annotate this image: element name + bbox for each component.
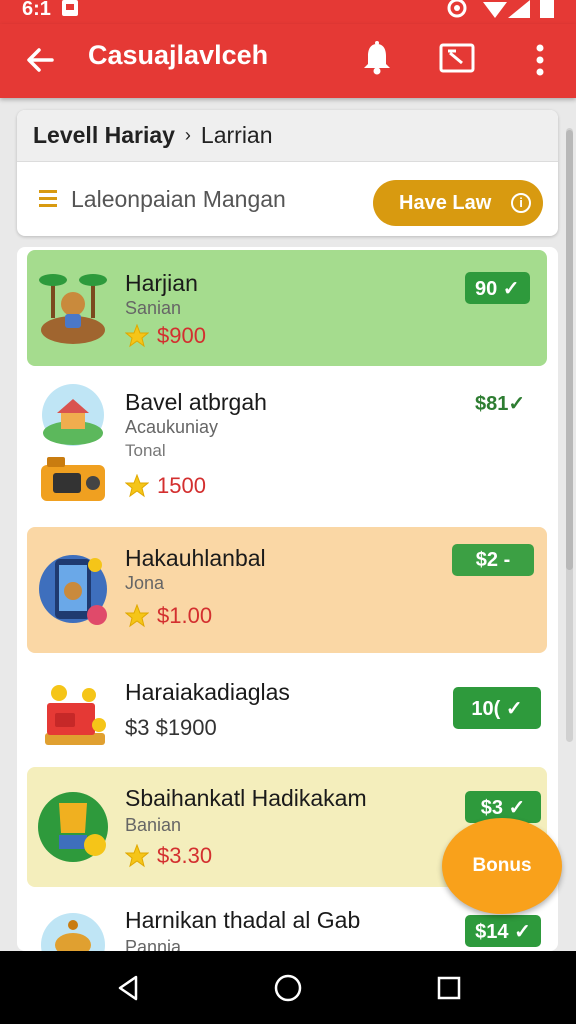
item-title: Sbaihankatl Hadikakam <box>125 785 367 811</box>
phone-character-icon <box>39 555 107 625</box>
item-title: Harnikan thadal al Gab <box>125 907 361 933</box>
star-icon <box>125 474 149 498</box>
item-reward-value: 1500 <box>157 473 206 498</box>
item-badge[interactable]: $81✓ <box>465 387 535 419</box>
star-icon <box>125 844 149 868</box>
system-nav-bar <box>0 951 576 1024</box>
item-title: Hakauhlanbal <box>125 545 266 571</box>
filter-row: Laleonpaian Mangan Have Law i <box>17 162 558 236</box>
item-subtitle-2: Tonal <box>125 441 166 460</box>
breadcrumb: Levell Hariay › Larrian <box>17 110 558 162</box>
item-badge[interactable]: $2 - <box>452 544 534 576</box>
gift-box-icon <box>45 685 106 745</box>
have-law-label: Have Law <box>399 191 492 214</box>
item-reward: $1.00 <box>125 603 212 629</box>
breadcrumb-current: Larrian <box>200 122 273 148</box>
item-reward: 1500 <box>125 473 206 499</box>
teapot-icon <box>41 913 105 951</box>
nav-recents-icon[interactable] <box>434 973 464 1003</box>
item-subtitle: Sanian <box>125 298 182 318</box>
item-reward-value: $3 $1900 <box>125 715 217 740</box>
bonus-fab[interactable]: Bonus <box>442 818 562 914</box>
info-icon[interactable]: i <box>511 193 531 213</box>
status-bar: 6:1 <box>0 0 576 24</box>
item-badge[interactable]: 90 ✓ <box>465 272 530 304</box>
star-icon <box>125 604 149 628</box>
golden-trophy-icon <box>38 792 108 862</box>
item-title: Bavel atbrgah <box>125 389 267 415</box>
item-subtitle: Pannia <box>125 937 182 951</box>
header-card: Levell Hariay › Larrian Laleonpaian Mang… <box>17 110 558 236</box>
item-reward: $900 <box>125 323 206 349</box>
more-vert-icon[interactable] <box>528 40 552 80</box>
nav-home-icon[interactable] <box>273 973 303 1003</box>
list-item[interactable]: Hakauhlanbal Jona $1.00 $2 - <box>27 527 547 653</box>
list-item[interactable]: Bavel atbrgah Acaukuniay Tonal 1500 $81✓ <box>27 375 547 515</box>
scrollbar-thumb[interactable] <box>566 130 573 570</box>
bell-icon[interactable] <box>360 40 394 76</box>
app-title: Casuajlavlceh <box>88 40 269 70</box>
item-reward: $3.30 <box>125 843 212 869</box>
camera-icon <box>41 457 105 501</box>
menu-icon[interactable] <box>39 189 57 207</box>
item-subtitle: Banian <box>125 815 182 835</box>
breadcrumb-separator: › <box>184 125 191 145</box>
breadcrumb-level[interactable]: Levell Hariay <box>33 122 175 149</box>
app-bar: Casuajlavlceh <box>0 24 576 98</box>
list-item[interactable]: Haraiakadiaglas $3 $1900 10( ✓ <box>27 665 547 765</box>
item-reward-value: $3.30 <box>157 843 213 868</box>
status-time: 6:1 <box>22 0 51 20</box>
item-badge[interactable]: $14 ✓ <box>465 915 541 947</box>
item-subtitle: Jona <box>125 573 165 593</box>
wifi-icon <box>483 2 507 18</box>
item-subtitle: Acaukuniay <box>125 417 219 437</box>
signal-icon <box>508 0 530 18</box>
have-law-button[interactable]: Have Law i <box>373 180 543 226</box>
house-island-icon <box>42 384 104 446</box>
item-reward-value: $900 <box>157 323 206 348</box>
alarm-icon <box>447 0 467 18</box>
monkey-island-icon <box>39 274 107 344</box>
item-title: Harjian <box>125 270 198 296</box>
back-arrow-icon[interactable] <box>22 42 58 78</box>
tv-icon[interactable] <box>438 41 476 77</box>
list-item[interactable]: Harjian Sanian $900 90 ✓ <box>27 250 547 366</box>
star-icon <box>125 324 149 348</box>
item-reward: $3 $1900 <box>125 715 217 741</box>
battery-icon <box>540 0 554 18</box>
filter-text: Laleonpaian Mangan <box>71 186 286 212</box>
notification-icon <box>62 0 78 16</box>
item-badge[interactable]: 10( ✓ <box>453 687 541 729</box>
item-title: Haraiakadiaglas <box>125 679 290 705</box>
item-reward-value: $1.00 <box>157 603 213 628</box>
nav-back-icon[interactable] <box>114 973 144 1003</box>
